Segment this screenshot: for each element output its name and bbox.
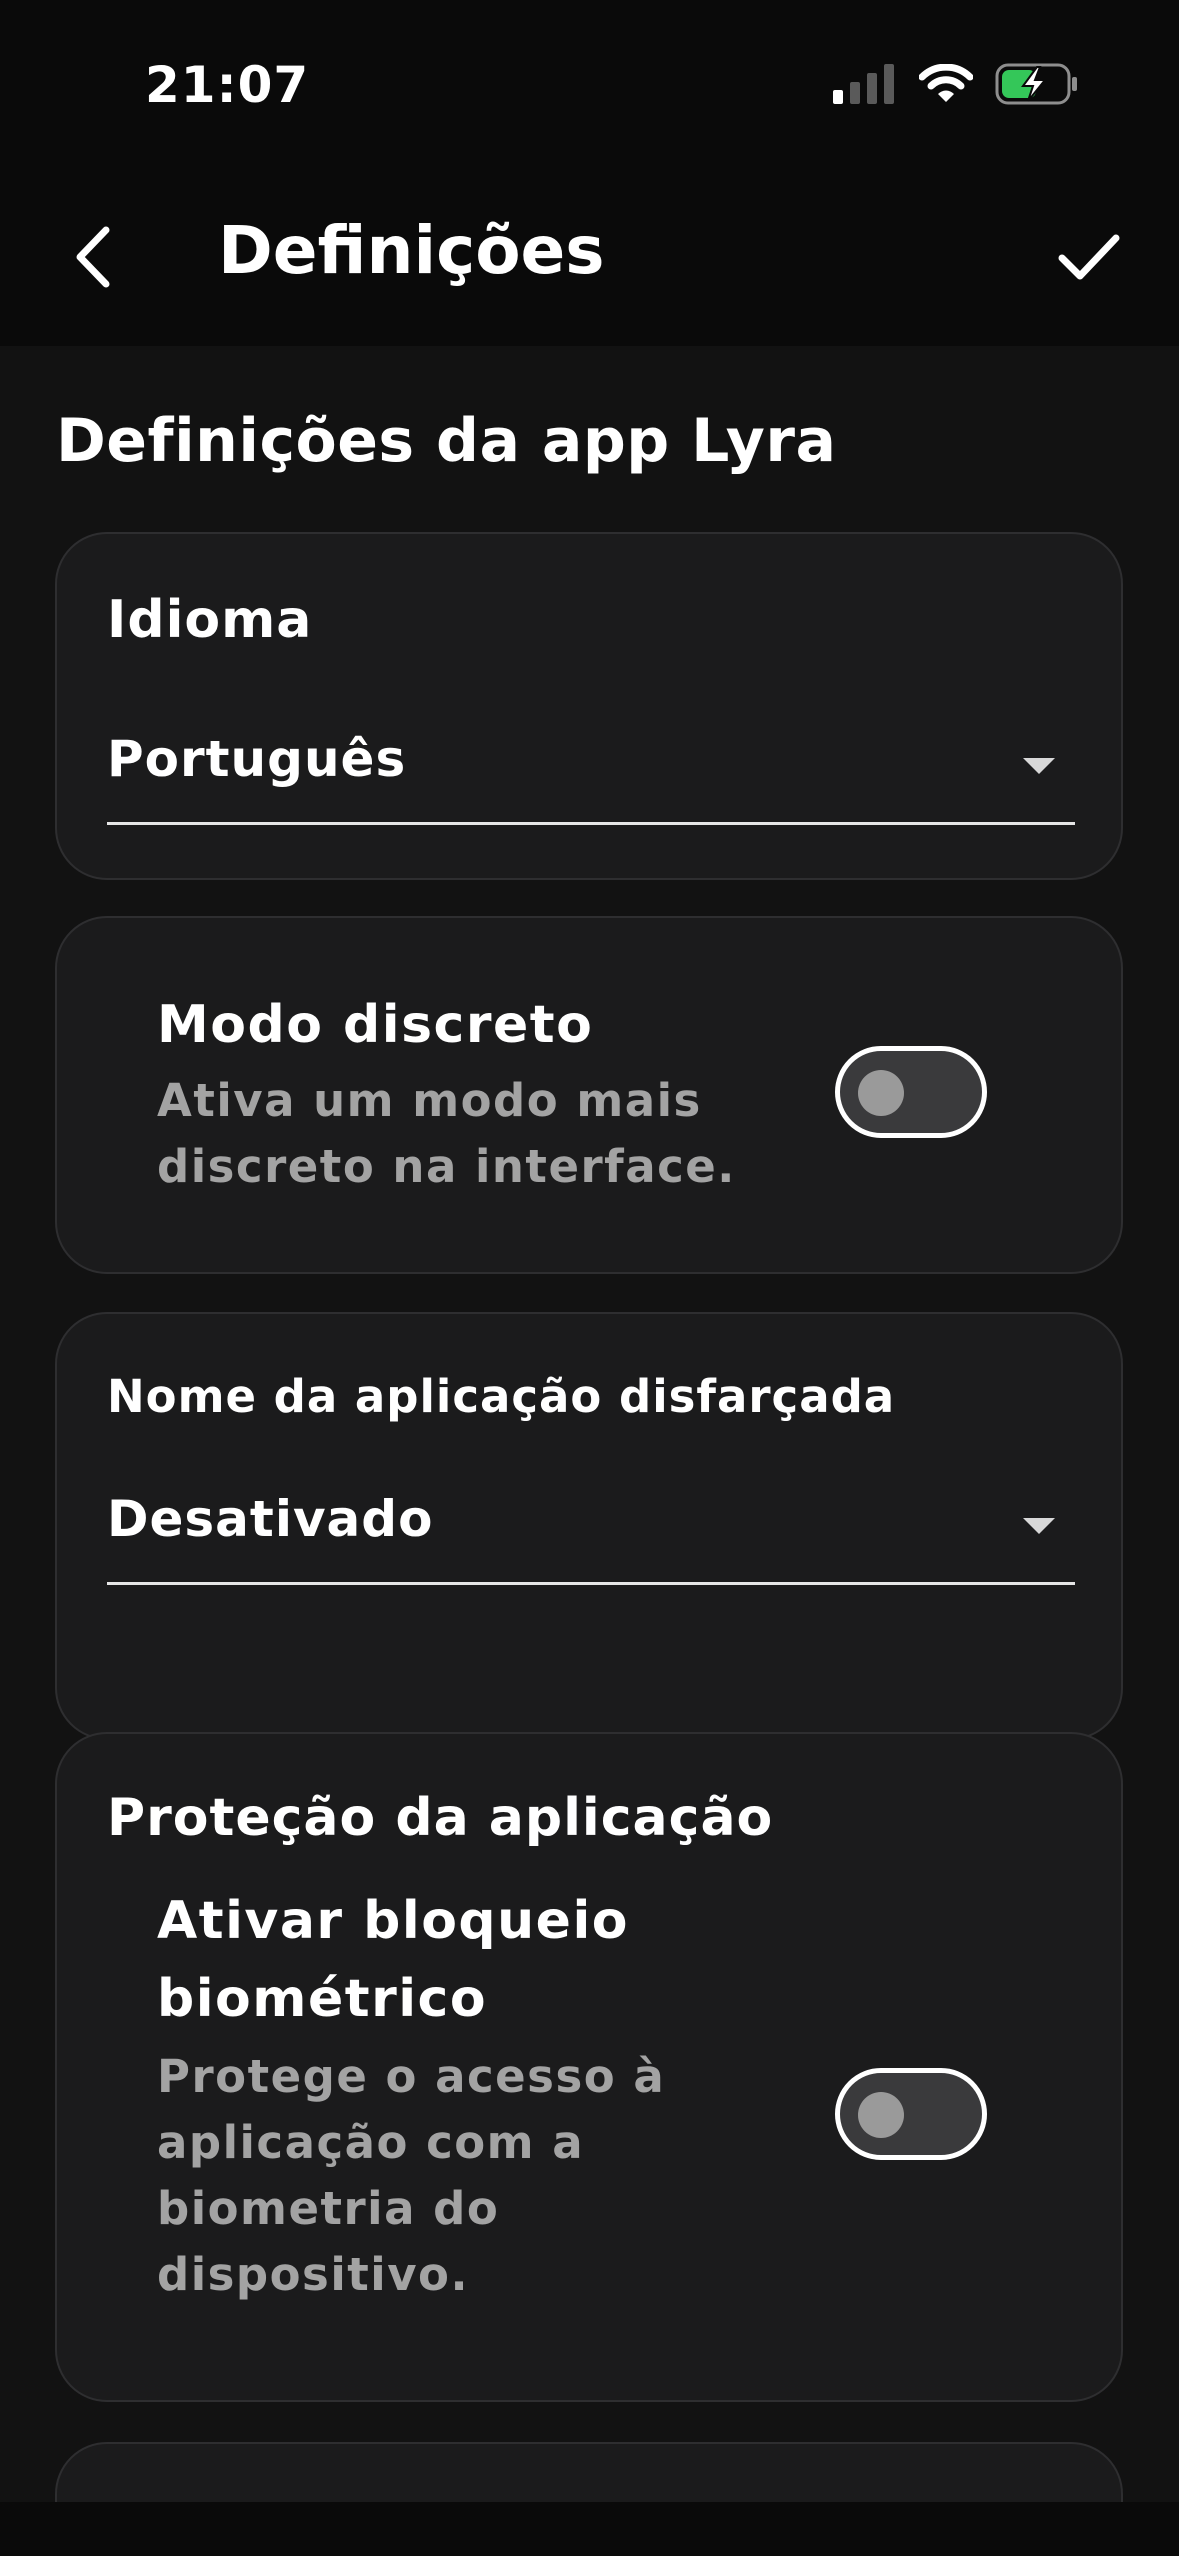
status-icons <box>833 62 1079 110</box>
back-button[interactable] <box>48 214 138 304</box>
biometric-description-3: biometria do <box>157 2182 500 2235</box>
status-time: 21:07 <box>145 56 310 114</box>
navigation-bar: Definições <box>0 176 1179 346</box>
biometric-description-1: Protege o acesso à <box>157 2050 666 2103</box>
settings-content: Definições da app Lyra Idioma Português … <box>0 346 1179 2502</box>
disguised-name-value: Desativado <box>107 1490 434 1548</box>
language-card: Idioma Português <box>55 532 1123 880</box>
language-value: Português <box>107 730 407 788</box>
biometric-lock-toggle[interactable] <box>835 2068 987 2160</box>
app-protection-card: Proteção da aplicação Ativar bloqueio bi… <box>55 1732 1123 2402</box>
confirm-button[interactable] <box>1039 214 1139 304</box>
page-title: Definições <box>218 212 605 289</box>
section-title: Definições da app Lyra <box>56 406 837 476</box>
battery-charging-icon <box>995 62 1079 110</box>
language-label: Idioma <box>107 590 313 650</box>
checkmark-icon <box>1056 230 1122 288</box>
caret-down-icon <box>1023 758 1055 774</box>
next-card <box>55 2442 1123 2502</box>
discreet-mode-title: Modo discreto <box>157 995 594 1055</box>
discreet-mode-description-2: discreto na interface. <box>157 1140 736 1193</box>
disguised-name-label: Nome da aplicação disfarçada <box>107 1370 896 1423</box>
cellular-signal-icon <box>833 64 897 108</box>
bottom-area <box>0 2502 1179 2556</box>
disguised-name-card: Nome da aplicação disfarçada Desativado <box>55 1312 1123 1740</box>
language-select[interactable]: Português <box>107 722 1075 825</box>
biometric-title-2: biométrico <box>157 1969 488 2029</box>
biometric-description-2: aplicação com a <box>157 2116 585 2169</box>
chevron-left-icon <box>68 222 118 296</box>
caret-down-icon <box>1023 1518 1055 1534</box>
wifi-icon <box>918 63 974 108</box>
disguised-name-select[interactable]: Desativado <box>107 1482 1075 1585</box>
status-bar: 21:07 <box>0 0 1179 176</box>
discreet-mode-card: Modo discreto Ativa um modo mais discret… <box>55 916 1123 1274</box>
toggle-knob <box>858 2092 904 2138</box>
discreet-mode-description-1: Ativa um modo mais <box>157 1074 702 1127</box>
biometric-title-1: Ativar bloqueio <box>157 1891 629 1951</box>
toggle-knob <box>858 1070 904 1116</box>
app-protection-label: Proteção da aplicação <box>107 1788 774 1848</box>
discreet-mode-toggle[interactable] <box>835 1046 987 1138</box>
biometric-description-4: dispositivo. <box>157 2248 470 2301</box>
